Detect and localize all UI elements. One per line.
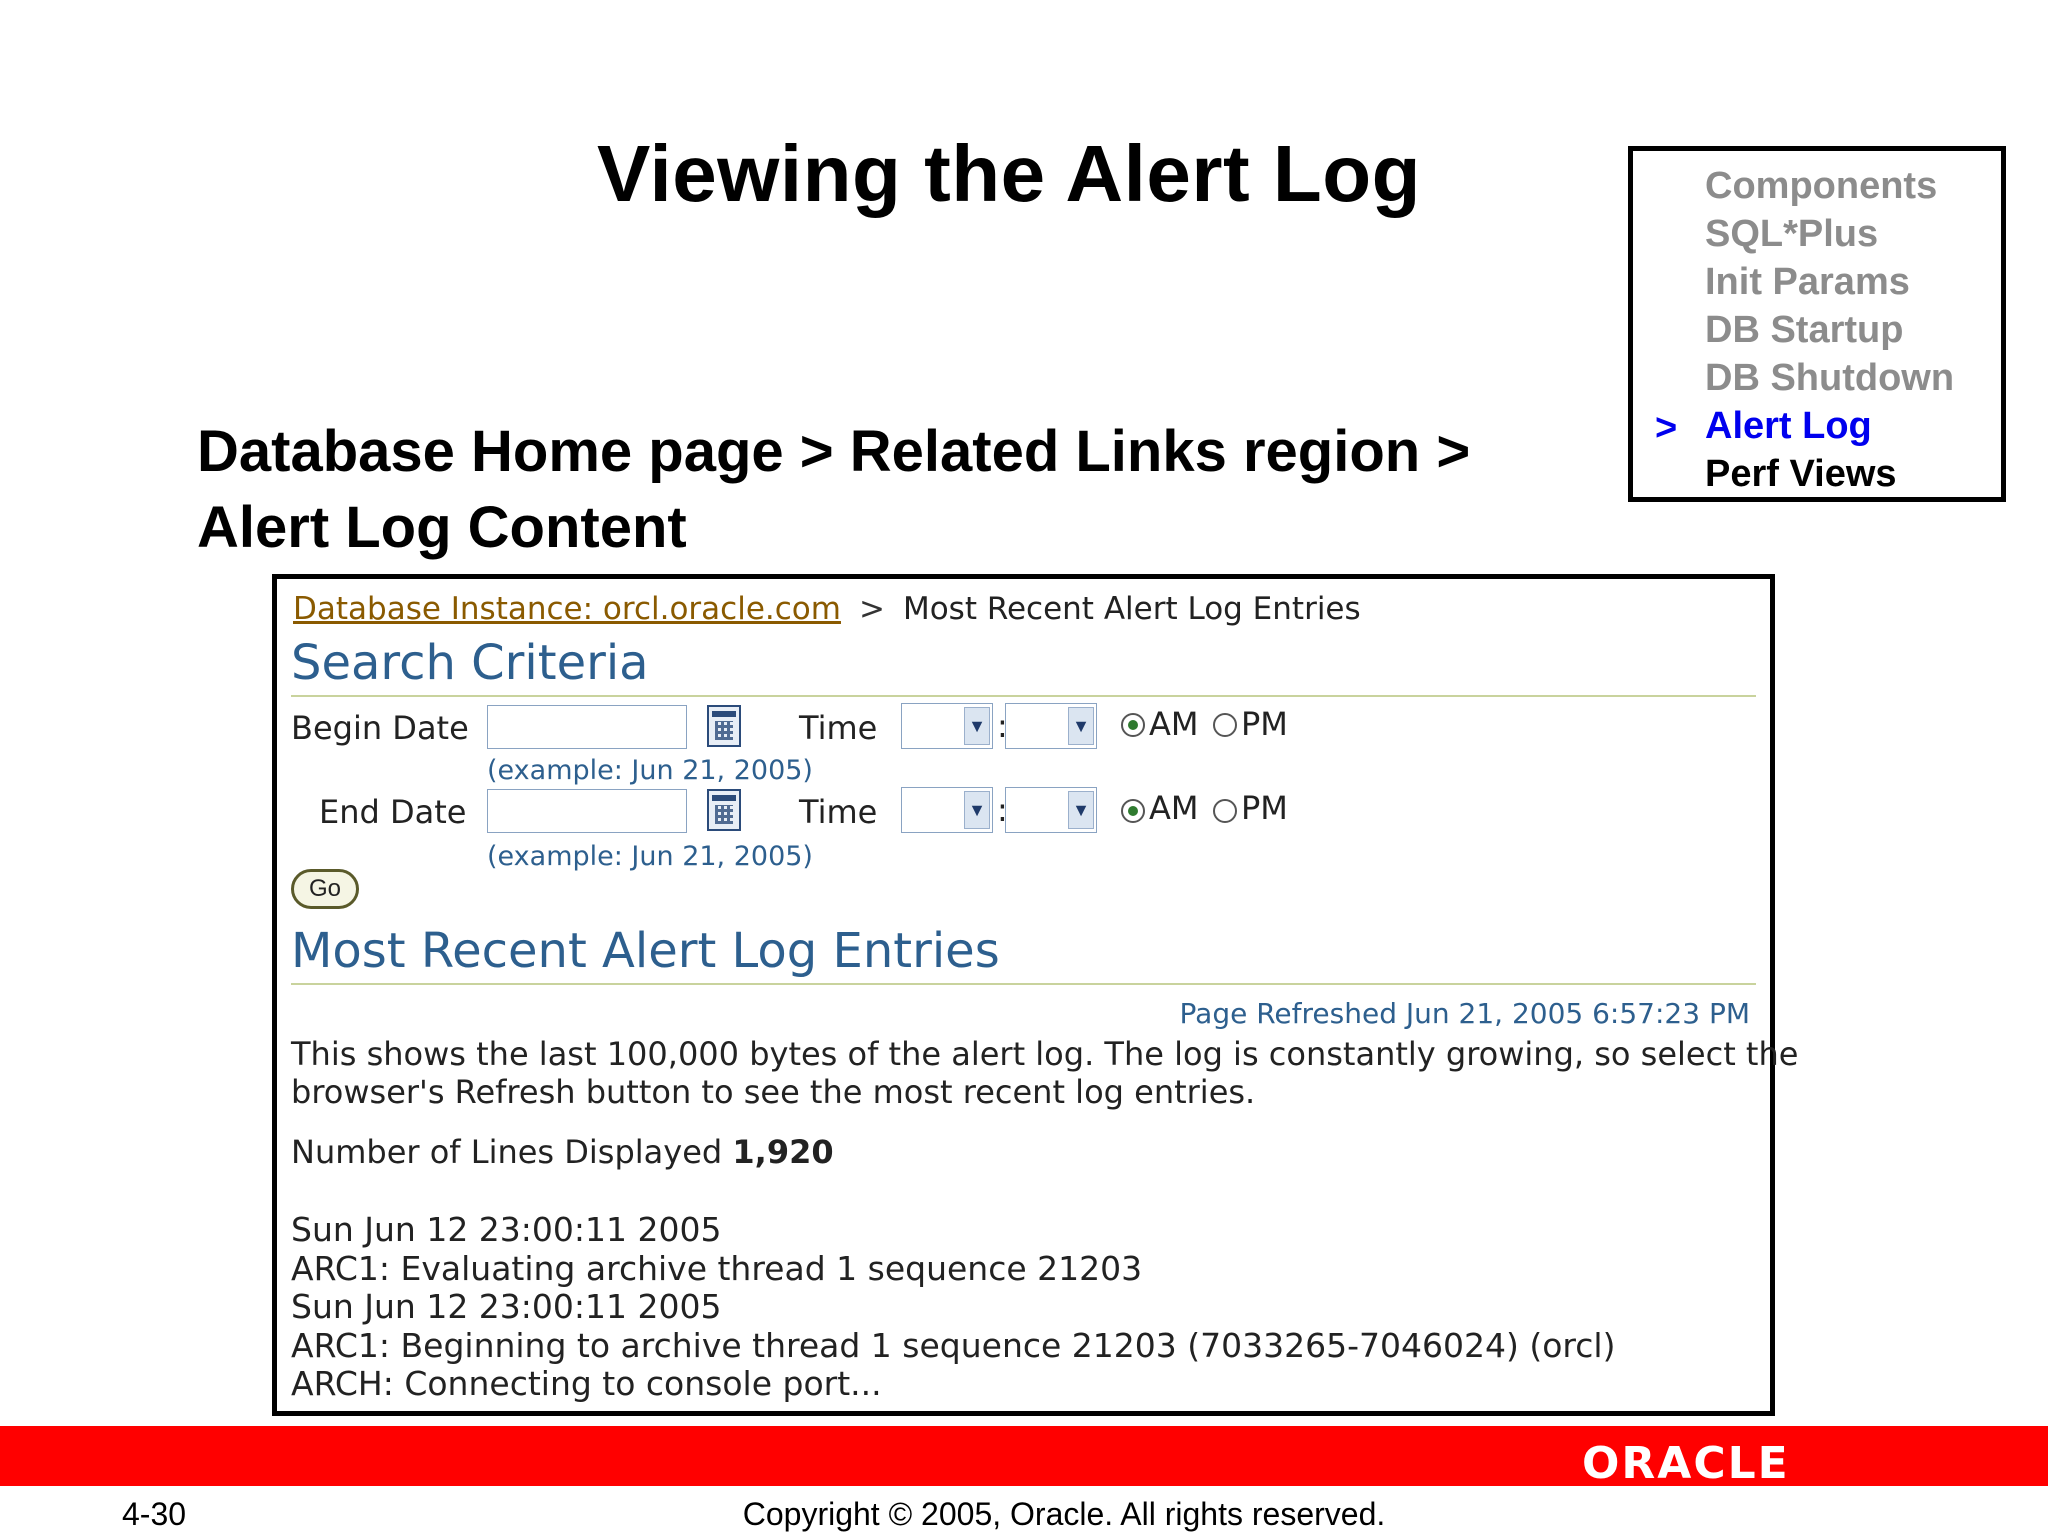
begin-date-example: (example: Jun 21, 2005) [487, 755, 813, 786]
end-date-field[interactable] [487, 789, 687, 833]
navigation-path: Database Home page > Related Links regio… [197, 414, 1470, 566]
alert-log-screenshot: Database Instance: orcl.oracle.com > Most … [272, 574, 1798, 1416]
current-topic-marker: > [1655, 407, 1678, 449]
alert-log-entries-heading: Most Recent Alert Log Entries [291, 923, 1000, 979]
alert-log-content: Sun Jun 12 23:00:11 2005 ARC1: Evaluatin… [291, 1210, 1616, 1404]
end-minute-select[interactable]: ▼ [1005, 787, 1097, 833]
end-pm-label: PM [1241, 789, 1288, 827]
navigation-path-line-1: Database Home page > Related Links regio… [197, 419, 1471, 484]
nav-item-db-shutdown: DB Shutdown [1705, 357, 1955, 399]
lines-displayed-label: Number of Lines Displayed [291, 1133, 723, 1171]
end-date-calendar-icon[interactable] [707, 789, 741, 831]
nav-item-sqlplus: SQL*Plus [1705, 213, 1879, 255]
end-pm-radio[interactable] [1213, 799, 1237, 823]
breadcrumb-current: Most Recent Alert Log Entries [902, 591, 1361, 627]
nav-item-db-startup: DB Startup [1705, 309, 1904, 351]
begin-date-label: Begin Date [291, 709, 469, 747]
chevron-down-icon: ▼ [964, 707, 990, 745]
begin-date-field[interactable] [487, 705, 687, 749]
begin-date-calendar-icon[interactable] [707, 705, 741, 747]
log-line: Sun Jun 12 23:00:11 2005 [291, 1210, 722, 1249]
topic-navigation: > Components SQL*Plus Init Params DB Sta… [1628, 146, 2006, 502]
begin-minute-select[interactable]: ▼ [1005, 703, 1097, 749]
begin-am-label: AM [1149, 705, 1199, 743]
begin-time-label: Time [799, 709, 878, 747]
breadcrumb-separator: > [858, 591, 885, 627]
chevron-down-icon: ▼ [964, 791, 990, 829]
nav-item-init-params: Init Params [1705, 261, 1910, 303]
oracle-logo: ORACLE [1582, 1438, 1790, 1489]
copyright-notice: Copyright © 2005, Oracle. All rights res… [742, 1496, 1386, 1532]
search-criteria-divider [291, 695, 1756, 697]
chevron-down-icon: ▼ [1068, 791, 1094, 829]
alert-log-description-line-2: browser's Refresh button to see the most… [291, 1073, 1256, 1111]
begin-pm-label: PM [1241, 705, 1288, 743]
begin-pm-radio[interactable] [1213, 713, 1237, 737]
end-hour-select[interactable]: ▼ [901, 787, 993, 833]
lines-displayed: Number of Lines Displayed 1,920 [291, 1133, 834, 1171]
breadcrumb: Database Instance: orcl.oracle.com > Most … [293, 591, 1361, 627]
end-date-label: End Date [319, 793, 467, 831]
end-am-label: AM [1149, 789, 1199, 827]
end-am-radio[interactable] [1121, 799, 1145, 823]
begin-am-radio[interactable] [1121, 713, 1145, 737]
end-date-example: (example: Jun 21, 2005) [487, 841, 813, 872]
log-line: Sun Jun 12 23:00:11 2005 [291, 1287, 722, 1326]
end-time-label: Time [799, 793, 878, 831]
begin-hour-select[interactable]: ▼ [901, 703, 993, 749]
log-line: ARC1: Evaluating archive thread 1 sequen… [291, 1248, 1143, 1288]
log-line: ARC1: Beginning to archive thread 1 sequ… [291, 1325, 1616, 1365]
go-button[interactable]: Go [291, 869, 359, 909]
page-refreshed-timestamp: Page Refreshed Jun 21, 2005 6:57:23 PM [1179, 997, 1750, 1030]
alert-log-description-line-1: This shows the last 100,000 bytes of the… [291, 1035, 1799, 1073]
navigation-path-line-2: Alert Log Content [197, 495, 687, 560]
breadcrumb-link-database-instance[interactable]: Database Instance: orcl.oracle.com [293, 591, 841, 627]
chevron-down-icon: ▼ [1068, 707, 1094, 745]
lines-displayed-count: 1,920 [732, 1133, 834, 1171]
nav-item-components: Components [1705, 165, 1938, 207]
alert-log-entries-divider [291, 983, 1756, 985]
alert-log-description: This shows the last 100,000 bytes of the… [291, 1035, 1798, 1111]
log-line: ARCH: Connecting to console port... [291, 1364, 882, 1403]
nav-item-perf-views: Perf Views [1705, 453, 1897, 495]
nav-item-alert-log: Alert Log [1705, 405, 1872, 447]
search-criteria-heading: Search Criteria [291, 635, 649, 691]
